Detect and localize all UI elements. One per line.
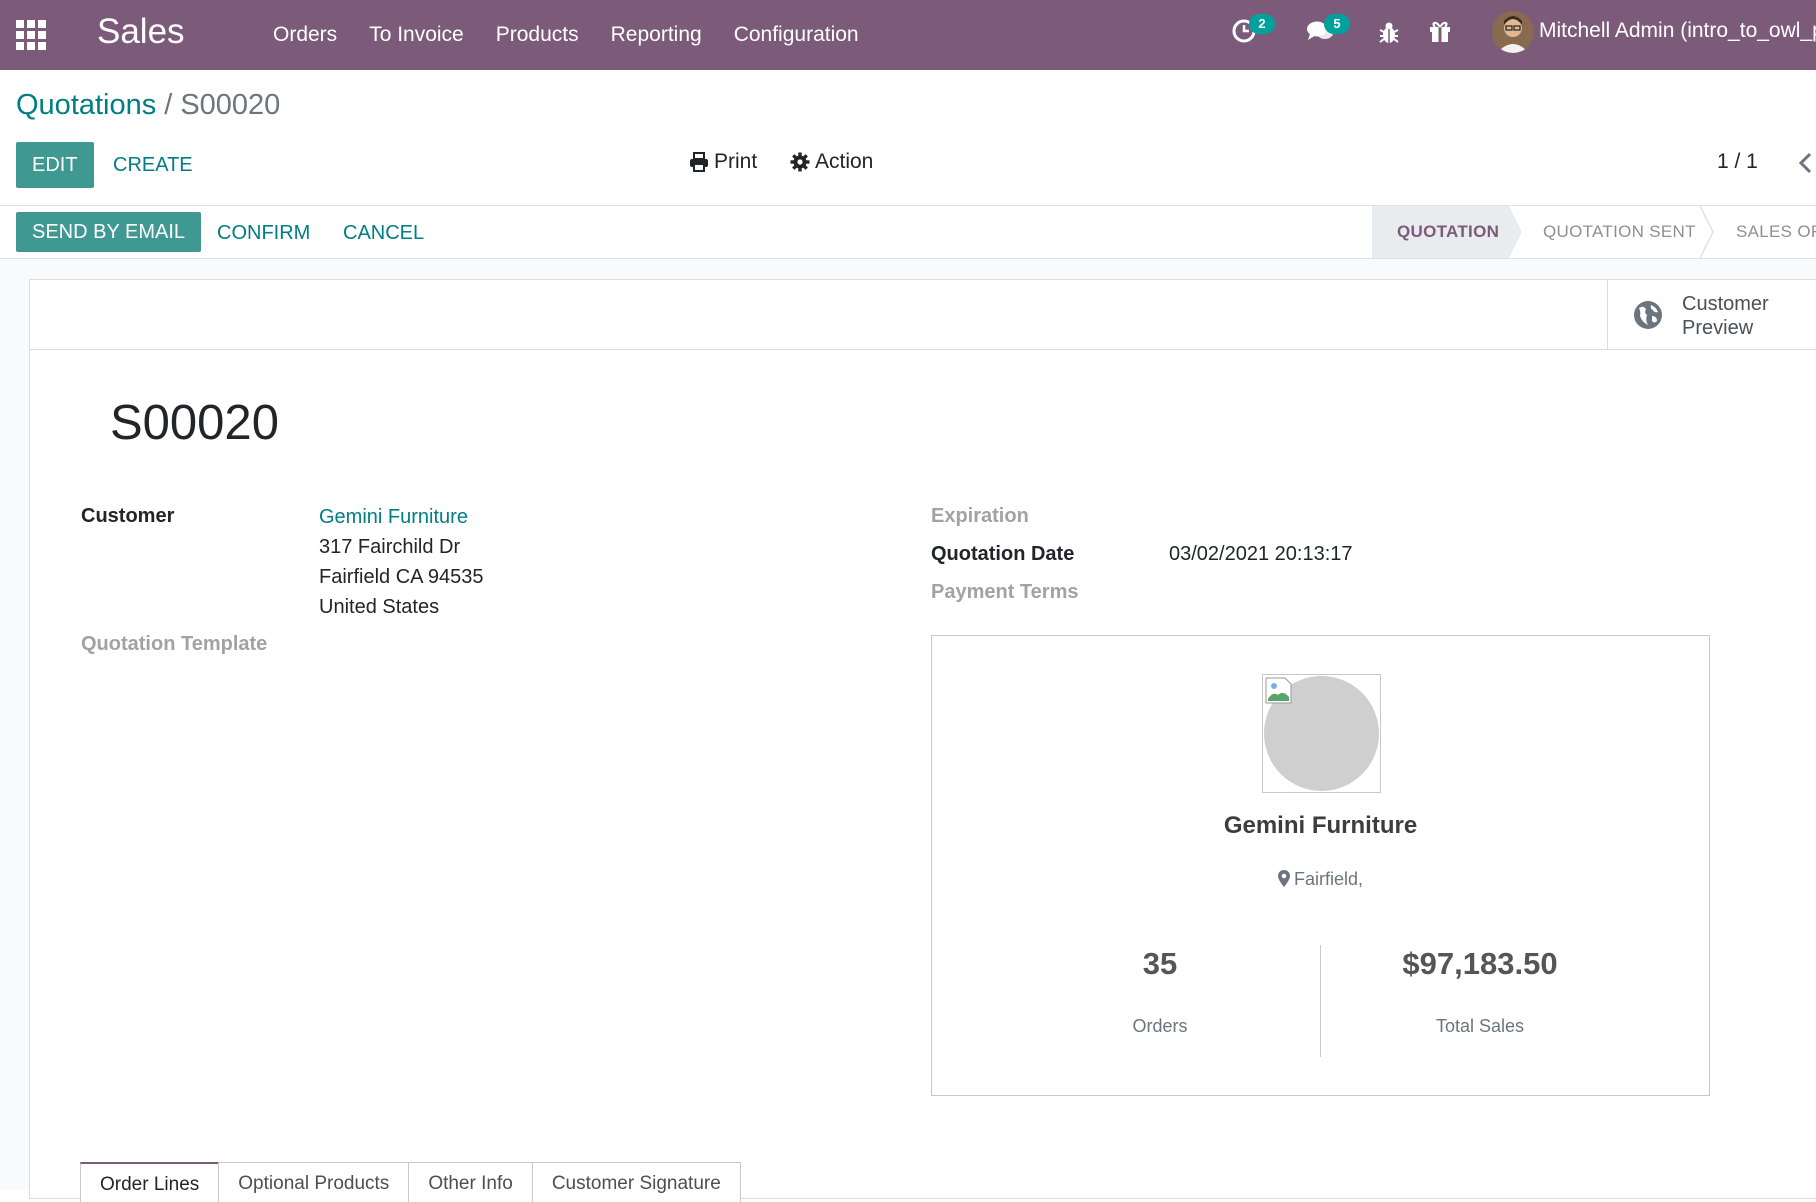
button-box: Customer Preview	[30, 280, 1816, 350]
globe-icon	[1634, 301, 1662, 329]
address-line-1: 317 Fairchild Dr	[319, 536, 461, 558]
chevron-left-icon[interactable]	[1798, 152, 1812, 179]
payment-terms-label: Payment Terms	[931, 581, 1079, 603]
breadcrumb: Quotations / S00020	[16, 89, 280, 122]
edit-button[interactable]: EDIT	[16, 142, 94, 188]
user-name[interactable]: Mitchell Admin (intro_to_owl_p	[1539, 19, 1816, 43]
orders-count: 35	[1142, 946, 1178, 981]
print-dropdown[interactable]: Print	[689, 150, 757, 174]
user-avatar[interactable]	[1492, 11, 1534, 53]
partner-avatar	[1262, 674, 1381, 793]
customer-label: Customer	[81, 505, 175, 527]
kpi-divider	[1320, 945, 1321, 1057]
stage-arrow-active	[1509, 206, 1522, 258]
send-by-email-button[interactable]: SEND BY EMAIL	[16, 212, 202, 252]
app-brand[interactable]: Sales	[97, 12, 185, 52]
debug-icon[interactable]	[1378, 21, 1400, 50]
address-line-3: United States	[319, 596, 440, 618]
customer-field: Gemini Furniture 317 Fairchild Dr Fairfi…	[319, 502, 484, 622]
menu-item-orders[interactable]: Orders	[257, 23, 353, 47]
stage-quotation-sent[interactable]: QUOTATION SENT	[1543, 206, 1696, 258]
activity-menu[interactable]: 2	[1231, 14, 1275, 49]
statusbar: SEND BY EMAIL CONFIRM CANCEL QUOTATION Q…	[0, 205, 1816, 259]
action-dropdown[interactable]: Action	[790, 150, 873, 174]
menu-item-products[interactable]: Products	[480, 23, 595, 47]
broken-image-icon	[1265, 677, 1292, 704]
top-navbar: Sales Orders To Invoice Products Reporti…	[0, 0, 1816, 70]
action-label: Action	[815, 150, 874, 173]
quotation-date-label: Quotation Date	[931, 543, 1075, 565]
partner-name: Gemini Furniture	[1223, 812, 1418, 839]
cancel-button[interactable]: CANCEL	[343, 210, 424, 256]
address-line-2: Fairfield CA 94535	[319, 566, 484, 588]
pager-value[interactable]: 1 / 1	[1717, 150, 1758, 174]
menu-item-configuration[interactable]: Configuration	[718, 23, 875, 47]
confirm-button[interactable]: CONFIRM	[217, 210, 310, 256]
expiration-label: Expiration	[931, 505, 1029, 527]
create-button[interactable]: CREATE	[113, 142, 193, 188]
partner-location: Fairfield,	[932, 869, 1709, 890]
breadcrumb-current: S00020	[180, 89, 281, 121]
tab-order-lines[interactable]: Order Lines	[80, 1162, 220, 1202]
quotation-date-value[interactable]: 03/02/2021 20:13:17	[1169, 543, 1353, 566]
print-label: Print	[714, 150, 758, 173]
breadcrumb-quotations-link[interactable]: Quotations	[16, 89, 156, 121]
gift-icon[interactable]	[1428, 19, 1452, 48]
customer-preview-button[interactable]: Customer Preview	[1607, 280, 1816, 349]
printer-icon	[690, 152, 708, 172]
quotation-template-label: Quotation Template	[81, 633, 268, 655]
menu-item-reporting[interactable]: Reporting	[595, 23, 718, 47]
gear-icon	[790, 152, 810, 172]
total-sales-value: $97,183.50	[1402, 946, 1558, 981]
orders-label: Orders	[1132, 1016, 1188, 1036]
menu-item-to-invoice[interactable]: To Invoice	[353, 23, 480, 47]
form-tabs: Order Lines Optional Products Other Info…	[80, 1162, 741, 1202]
stage-quotation[interactable]: QUOTATION	[1372, 206, 1509, 258]
stage-arrow-divider	[1699, 206, 1714, 258]
record-title: S00020	[110, 396, 279, 450]
messaging-menu[interactable]: 5	[1306, 14, 1350, 49]
customer-preview-label: Customer Preview	[1682, 293, 1769, 339]
customer-name-link[interactable]: Gemini Furniture	[319, 502, 484, 532]
apps-grid-icon[interactable]	[16, 20, 46, 50]
messages-count-badge: 5	[1324, 14, 1350, 34]
breadcrumb-separator: /	[164, 89, 173, 121]
tab-customer-signature[interactable]: Customer Signature	[531, 1162, 741, 1202]
activity-count-badge: 2	[1249, 14, 1275, 34]
partner-card: Gemini Furniture Fairfield, 35 Orders $9…	[931, 635, 1710, 1096]
map-marker-icon	[1277, 870, 1290, 887]
main-menu: Orders To Invoice Products Reporting Con…	[257, 0, 875, 70]
total-sales-label: Total Sales	[1435, 1016, 1525, 1036]
form-sheet: Customer Preview S00020 Customer Gemini …	[29, 279, 1816, 1199]
partner-location-text: Fairfield,	[1293, 869, 1364, 889]
stage-sales-order[interactable]: SALES OR	[1736, 206, 1816, 258]
tab-other-info[interactable]: Other Info	[408, 1162, 533, 1202]
tab-optional-products[interactable]: Optional Products	[218, 1162, 410, 1202]
